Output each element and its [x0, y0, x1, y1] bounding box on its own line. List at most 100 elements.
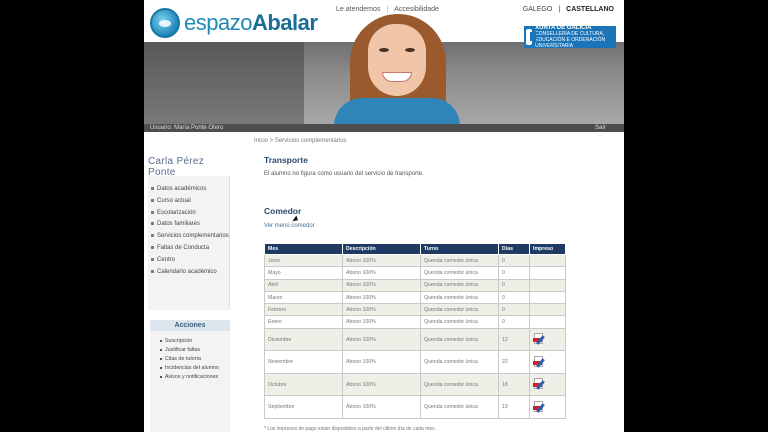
- actions-box: Acciones Suscripción Justificar faltas C…: [150, 320, 230, 432]
- cell-turno: Quenda comedor única: [420, 278, 499, 292]
- chalkboard-decoration: [144, 42, 304, 126]
- sidebar-item-servicios-complementarios[interactable]: Servicios complementarios: [148, 231, 229, 243]
- sidebar-nav: Datos académicos Curso actual Escolariza…: [148, 176, 230, 310]
- cell-descripcion: Abono 100%: [342, 315, 421, 329]
- sidebar-item-curso-actual[interactable]: Curso actual: [148, 196, 229, 208]
- action-justificar-faltas[interactable]: Justificar faltas: [160, 346, 230, 355]
- table-row: Septiembre Abono 100% Quenda comedor úni…: [264, 395, 566, 419]
- lang-galego[interactable]: GALEGO: [523, 6, 553, 13]
- cell-dias: 0: [498, 278, 530, 292]
- actions-title: Acciones: [150, 320, 230, 331]
- transport-title: Transporte: [264, 155, 308, 165]
- bullet-icon: [151, 186, 154, 190]
- bullet-icon: [151, 222, 154, 226]
- cell-turno: Quenda comedor única: [420, 303, 499, 317]
- cell-impreso: [529, 350, 566, 374]
- cell-mes: Noviembre: [264, 350, 343, 374]
- sidebar-item-calendario-academico[interactable]: Calendario académico: [148, 267, 229, 279]
- bullet-icon: [151, 257, 154, 261]
- cell-impreso: [529, 327, 566, 352]
- bullet-icon: [160, 366, 162, 369]
- xunta-logo[interactable]: XUNTA DE GALICIA CONSELLERÍA DE CULTURA,…: [524, 25, 616, 49]
- cell-turno: Quenda comedor única: [420, 315, 499, 329]
- cell-mes: Febrero: [264, 303, 343, 317]
- sidebar-item-escolarizacion[interactable]: Escolarización: [148, 208, 229, 220]
- main-content: Inicio > Servicios complementarios Trans…: [254, 138, 574, 432]
- link-accesibilidade[interactable]: Accesibilidade: [394, 6, 439, 13]
- cell-impreso: [529, 395, 566, 419]
- logo-text: espazoAbalar: [184, 10, 318, 35]
- cell-descripcion: Abono 100%: [342, 327, 421, 352]
- table-row: Marzo Abono 100% Quenda comedor única 0: [264, 290, 566, 305]
- bullet-icon: [151, 234, 154, 238]
- table-row: Mayo Abono 100% Quenda comedor única 0: [264, 266, 566, 280]
- footnote: * Los impresos de pago están disponibles…: [264, 426, 437, 432]
- action-incidencias-del-alumno[interactable]: Incidencias del alumno: [160, 364, 230, 373]
- pdf-print-icon[interactable]: [533, 355, 546, 368]
- pdf-print-icon[interactable]: [533, 400, 546, 413]
- breadcrumb[interactable]: Inicio > Servicios complementarios: [254, 138, 574, 144]
- table-row: Diciembre Abono 100% Quenda comedor únic…: [264, 327, 566, 352]
- xunta-seal-icon: [526, 29, 537, 45]
- table-header-row: Mes Descripción Turno Días Impreso: [264, 243, 566, 255]
- cell-descripcion: Abono 100%: [342, 266, 421, 280]
- bullet-icon: [160, 339, 162, 342]
- action-suscripcion[interactable]: Suscripción: [160, 337, 230, 346]
- photo-eye-right: [405, 48, 415, 52]
- action-citas-de-tutoria[interactable]: Citas de tutoría: [160, 355, 230, 364]
- photo-eye-left: [379, 48, 389, 52]
- cell-mes: Junio: [264, 253, 343, 268]
- sidebar-item-centro[interactable]: Centro: [148, 255, 229, 267]
- bullet-icon: [160, 357, 162, 360]
- cell-dias: 22: [498, 350, 530, 374]
- site-header: espazoAbalar Le atendemos | Accesibilida…: [144, 0, 624, 132]
- cell-descripcion: Abono 100%: [342, 303, 421, 317]
- sidebar-item-faltas-de-conducta[interactable]: Faltas de Conducta: [148, 243, 229, 255]
- student-photo: [332, 14, 462, 126]
- col-header-descripcion: Descripción: [342, 243, 421, 255]
- table-row: Abril Abono 100% Quenda comedor única 0: [264, 278, 566, 292]
- col-header-impreso: Impreso: [529, 243, 566, 255]
- espazo-abalar-logo[interactable]: espazoAbalar: [150, 6, 320, 40]
- language-switcher: GALEGO | CASTELLANO: [523, 6, 614, 13]
- col-header-turno: Turno: [420, 243, 499, 255]
- user-bar: Usuario: María Ponte Otero Saír: [144, 124, 624, 132]
- browser-page: espazoAbalar Le atendemos | Accesibilida…: [144, 0, 624, 432]
- cell-mes: Septiembre: [264, 395, 343, 419]
- cell-impreso: [529, 315, 566, 329]
- cell-mes: Enero: [264, 315, 343, 329]
- sidebar: Carla Pérez Ponte Datos académicos Curso…: [148, 140, 234, 432]
- exit-link[interactable]: Saír: [595, 124, 606, 132]
- cell-mes: Diciembre: [264, 327, 343, 352]
- pdf-print-icon[interactable]: [533, 377, 546, 390]
- cell-descripcion: Abono 100%: [342, 395, 421, 419]
- top-links: Le atendemos | Accesibilidade: [336, 6, 439, 13]
- cell-turno: Quenda comedor única: [420, 290, 499, 305]
- cell-impreso: [529, 253, 566, 268]
- separator: |: [558, 6, 561, 13]
- sidebar-item-datos-academicos[interactable]: Datos académicos: [148, 184, 229, 196]
- lang-castellano[interactable]: CASTELLANO: [566, 6, 614, 13]
- cell-dias: 19: [498, 395, 530, 419]
- link-le-atendemos[interactable]: Le atendemos: [336, 6, 380, 13]
- bullet-icon: [151, 210, 154, 214]
- cell-descripcion: Abono 100%: [342, 350, 421, 374]
- cell-dias: 0: [498, 253, 530, 268]
- user-bar-text: Usuario: María Ponte Otero: [150, 125, 224, 131]
- cell-mes: Abril: [264, 278, 343, 292]
- menu-comedor-link[interactable]: Ver menú comedor: [264, 223, 315, 229]
- cell-impreso: [529, 303, 566, 317]
- action-avisos-y-notificaciones[interactable]: Avisos y notificaciones: [160, 373, 230, 382]
- table-row: Febrero Abono 100% Quenda comedor única …: [264, 303, 566, 317]
- sidebar-item-datos-familiares[interactable]: Datos familiares: [148, 219, 229, 231]
- xunta-dept: CONSELLERÍA DE CULTURA, EDUCACIÓN E ORDE…: [535, 31, 606, 49]
- cell-descripcion: Abono 100%: [342, 290, 421, 305]
- col-header-mes: Mes: [264, 243, 343, 255]
- actions-list: Suscripción Justificar faltas Citas de t…: [150, 331, 230, 382]
- cell-turno: Quenda comedor única: [420, 327, 499, 352]
- pdf-print-icon[interactable]: [533, 332, 546, 345]
- cell-turno: Quenda comedor única: [420, 253, 499, 268]
- cell-impreso: [529, 266, 566, 280]
- bullet-icon: [151, 245, 154, 249]
- bullet-icon: [160, 348, 162, 351]
